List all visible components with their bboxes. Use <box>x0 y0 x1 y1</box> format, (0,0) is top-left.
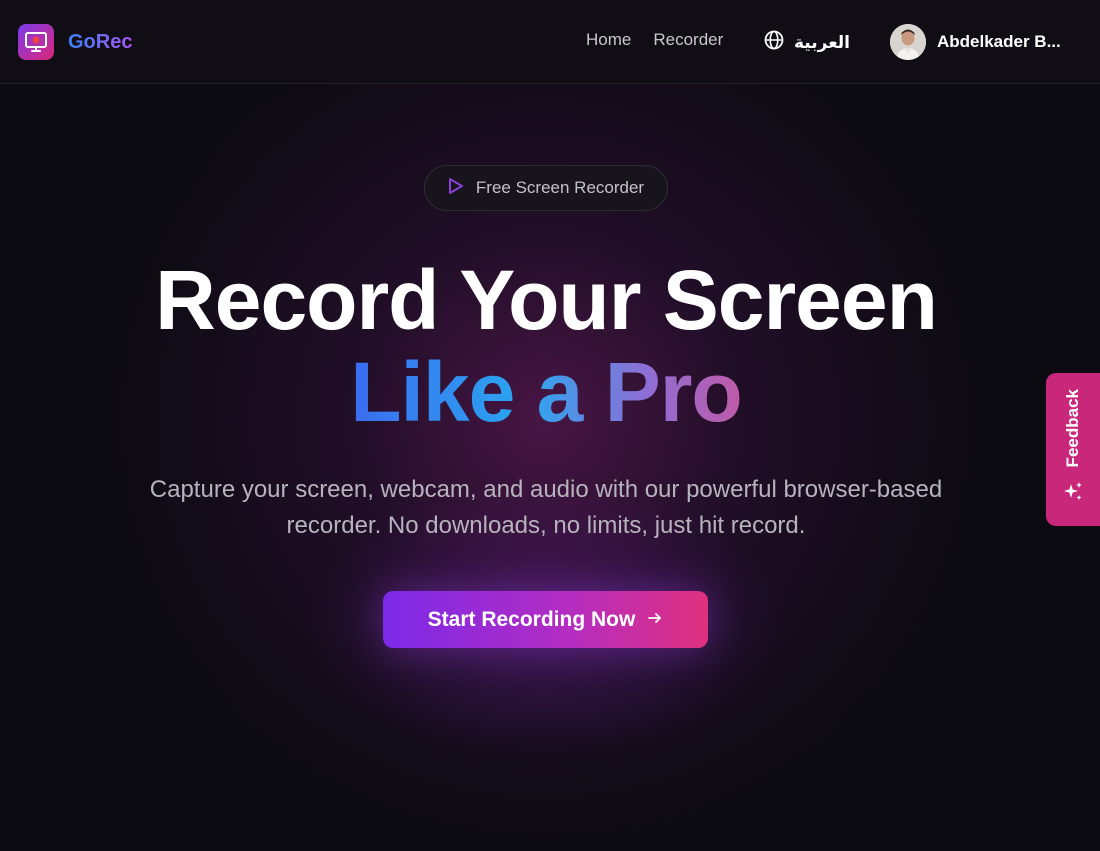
main-nav: Home Recorder <box>586 30 723 50</box>
page: GoRec Home Recorder العربية Abdelkader B… <box>0 0 1100 851</box>
arrow-right-icon <box>647 608 663 632</box>
language-label: العربية <box>794 32 851 52</box>
top-navbar: GoRec Home Recorder العربية Abdelkader B… <box>0 0 1100 84</box>
hero-subtitle: Capture your screen, webcam, and audio w… <box>100 472 992 544</box>
avatar <box>890 24 926 60</box>
feedback-label: Feedback <box>1063 388 1082 467</box>
hero-headline-gradient-text: Like a Pro <box>350 345 743 439</box>
monitor-record-icon <box>18 24 54 60</box>
free-recorder-badge: Free Screen Recorder <box>424 165 668 211</box>
hero-subtitle-line-1: Capture your screen, webcam, and audio w… <box>149 476 943 503</box>
nav-link-home[interactable]: Home <box>586 30 631 50</box>
cta-label: Start Recording Now <box>427 607 636 631</box>
brand-logo-link[interactable]: GoRec <box>18 24 132 60</box>
start-recording-button[interactable]: Start Recording Now <box>383 591 708 648</box>
feedback-tab[interactable]: Feedback <box>1046 373 1100 526</box>
language-switcher[interactable]: العربية <box>764 30 850 55</box>
badge-label: Free Screen Recorder <box>475 178 645 197</box>
nav-link-recorder[interactable]: Recorder <box>653 30 723 50</box>
hero-headline: Record Your Screen <box>155 253 938 347</box>
hero-subtitle-line-2: recorder. No downloads, no limits, just … <box>286 512 806 539</box>
globe-icon <box>764 30 784 55</box>
hero-headline-gradient: Like a Pro <box>0 344 1092 441</box>
user-name: Abdelkader B... <box>937 32 1061 51</box>
sparkles-icon <box>1062 481 1084 508</box>
brand-name: GoRec <box>68 30 133 53</box>
play-icon <box>448 177 464 200</box>
user-menu[interactable]: Abdelkader B... <box>890 24 1061 60</box>
